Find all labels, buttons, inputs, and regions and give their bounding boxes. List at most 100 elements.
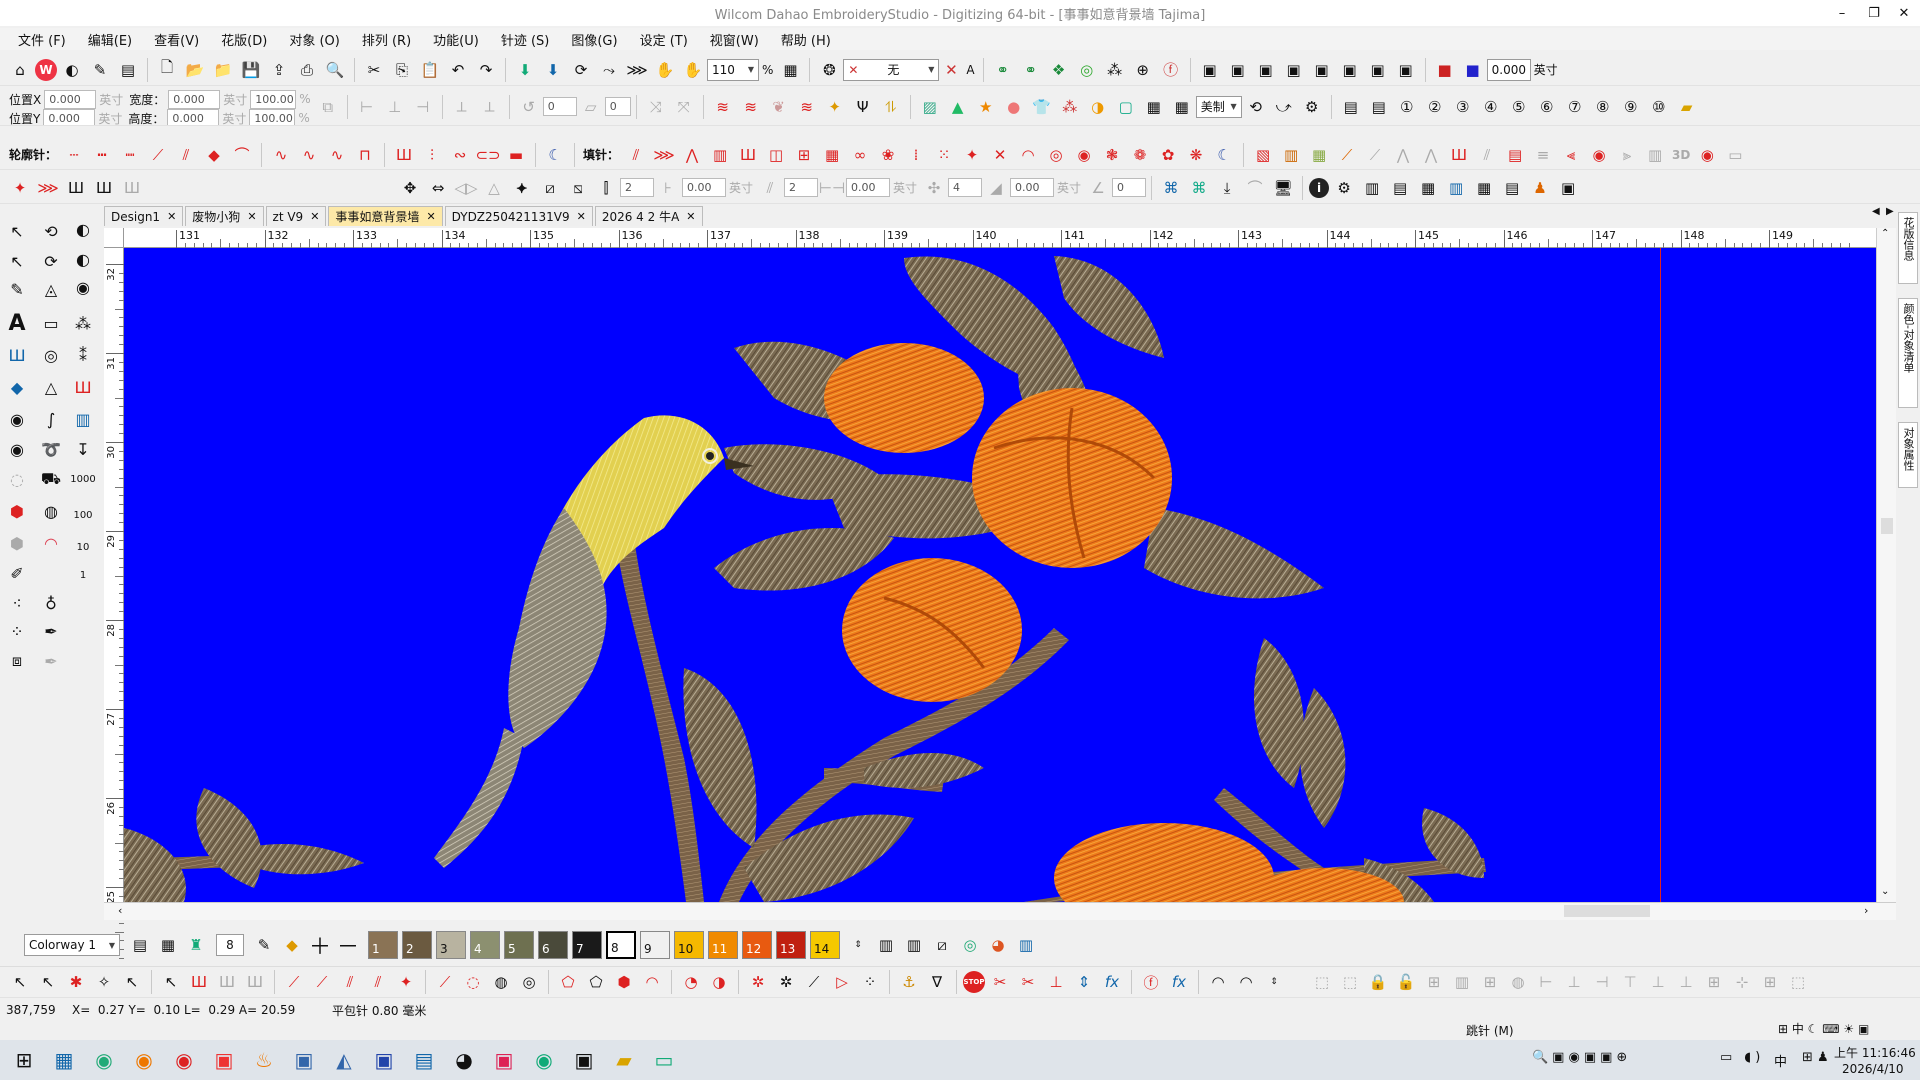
flip-icon[interactable]: ⤨ [643,94,669,120]
fill-n-icon[interactable]: ❃ [1099,142,1125,168]
step7-icon[interactable]: ⑦ [1562,94,1588,120]
align-left-icon[interactable]: ⊢ [354,94,380,120]
reshape-icon[interactable]: ✦ [7,175,33,201]
dock-object-properties[interactable]: 对象属性 [1898,422,1918,488]
satin-stitch-icon[interactable]: ≋ [710,94,736,120]
cycle-icon[interactable]: ⟲ [1243,94,1269,120]
line-a-icon[interactable]: ⟋ [281,969,307,995]
line-c-icon[interactable]: ⫽ [337,969,363,995]
outline-color-icon[interactable]: ■ [1460,57,1486,83]
list-icon[interactable]: ▦ [1415,175,1441,201]
scale-100[interactable]: 100 [70,502,96,528]
fx-icon[interactable]: ⓕ [1158,57,1184,83]
knot-icon[interactable]: ⌘ [1158,175,1184,201]
color-swatch-12[interactable]: 12 [742,931,772,959]
bezier-icon[interactable]: ∫ [38,406,64,432]
align-a-icon[interactable]: ⊢ [1533,969,1559,995]
dock-design-info[interactable]: 花版信息 [1898,212,1918,284]
undo-icon[interactable]: ↶ [445,57,471,83]
color-swatch-2[interactable]: 2 [402,931,432,959]
dock-color-object-list[interactable]: 颜色-对象清单 [1898,298,1918,408]
app-pink-icon[interactable]: ▣ [484,1040,524,1080]
fill-m-icon[interactable]: ◉ [1071,142,1097,168]
step8-icon[interactable]: ⑧ [1590,94,1616,120]
knot2-icon[interactable]: ⌘ [1186,175,1212,201]
angle-icon[interactable]: ◢ [983,175,1009,201]
reshape-tool-icon[interactable]: ↖ [4,248,30,274]
fill-e-icon[interactable]: ∞ [847,142,873,168]
tab-design1[interactable]: Design1 ✕ [104,206,184,226]
cog-icon[interactable]: ⚙ [1331,175,1357,201]
more-icon[interactable]: ⇕ [1261,969,1287,995]
app-window-icon[interactable]: ▤ [404,1040,444,1080]
fill-d-icon[interactable]: ▦ [819,142,845,168]
step5-icon[interactable]: ⑤ [1506,94,1532,120]
flip-v-icon[interactable]: △ [481,175,507,201]
fill-y-icon[interactable]: ⋀ [1418,142,1444,168]
pos-y-input[interactable]: 0.000 [43,108,96,125]
shape-h-icon[interactable]: ▣ [1393,57,1419,83]
param4-input[interactable]: 0.00 [846,178,891,197]
node-tool-icon[interactable]: ◬ [38,276,64,302]
fill-j-icon[interactable]: ✕ [987,142,1013,168]
cut-icon[interactable]: ✂ [361,57,387,83]
line-d-icon[interactable]: ⫽ [365,969,391,995]
dist-a-icon[interactable]: ⊞ [1701,969,1727,995]
fill-aa-icon[interactable]: ⫽ [1474,142,1500,168]
grid-a-icon[interactable]: ⊞ [1421,969,1447,995]
open-recent-icon[interactable]: 📁 [210,57,236,83]
tab-scroll-right-icon[interactable]: ▶ [1886,206,1894,217]
v-icon[interactable]: ∇ [924,969,950,995]
scale-w-input[interactable]: 100.00 [250,89,297,109]
tatami-stitch-icon[interactable]: ≋ [738,94,764,120]
wechat-icon[interactable]: ◉ [524,1040,564,1080]
film-icon[interactable]: ▣ [1555,175,1581,201]
palette-icon[interactable]: ❂ [816,57,842,83]
paste-icon[interactable]: 📋 [417,57,443,83]
lock-proportion-icon[interactable]: ⧉ [315,94,341,120]
move-icon[interactable]: ✥ [397,175,423,201]
fill-z-icon[interactable]: Ш [1446,142,1472,168]
remove-color-icon[interactable]: － [335,932,361,960]
scroll-left-icon[interactable]: ‹ [118,904,122,917]
clock-a-icon[interactable]: ◔ [678,969,704,995]
leaf-icon[interactable]: ◑ [1085,94,1111,120]
fill-l-icon[interactable]: ◎ [1043,142,1069,168]
align-f-icon[interactable]: ⊥ [1673,969,1699,995]
colorway-combo[interactable]: Colorway 1 ▼ [24,934,120,956]
pen2-icon[interactable]: ✒ [38,648,64,674]
menu-function[interactable]: 功能(U) [433,30,479,49]
poly-d-icon[interactable]: ◠ [639,969,665,995]
menu-stitch[interactable]: 针迹 (S) [501,30,550,49]
circle3-icon[interactable]: ◉ [70,274,96,300]
seq-b-icon[interactable]: ▤ [1366,94,1392,120]
grid-c-icon[interactable]: ⊞ [1477,969,1503,995]
fill-color-icon[interactable]: ■ [1432,57,1458,83]
dist-c-icon[interactable]: ⊞ [1757,969,1783,995]
app-red2-icon[interactable]: ▣ [204,1040,244,1080]
app-blue-icon[interactable]: ▣ [364,1040,404,1080]
spool-icon[interactable]: ▥ [1443,175,1469,201]
param5-input[interactable]: 4 [948,178,983,197]
seq-a-icon[interactable]: ▤ [1338,94,1364,120]
current-color-box[interactable]: 8 [216,934,244,956]
step6-icon[interactable]: ⑥ [1534,94,1560,120]
radio-icon[interactable]: ◉ [4,406,30,432]
3d-icon[interactable]: 3D [1672,148,1690,162]
menu-settings[interactable]: 设定 (T) [640,30,688,49]
tab-scroll-left-icon[interactable]: ◀ [1872,206,1880,217]
grid-icon[interactable]: ▦ [1141,94,1167,120]
array-icon[interactable]: ⧄ [537,175,563,201]
height-input[interactable]: 0.000 [167,108,220,125]
pie-icon[interactable]: ◕ [985,932,1011,958]
fill-t-icon[interactable]: ▥ [1278,142,1304,168]
vertical-scrollbar[interactable]: ⌃ ⌄ [1876,228,1896,902]
windows-start-icon[interactable]: ⊞ [4,1040,44,1080]
braid-icon[interactable]: ⥮ [878,94,904,120]
fill-f-icon[interactable]: ❀ [875,142,901,168]
curve-a-icon[interactable]: ⟋ [432,969,458,995]
gear-c-icon[interactable]: ⟋ [801,969,827,995]
shape-a-icon[interactable]: ▣ [1197,57,1223,83]
select-curve-icon[interactable]: ⟲ [38,218,64,244]
shape-g-icon[interactable]: ▣ [1365,57,1391,83]
